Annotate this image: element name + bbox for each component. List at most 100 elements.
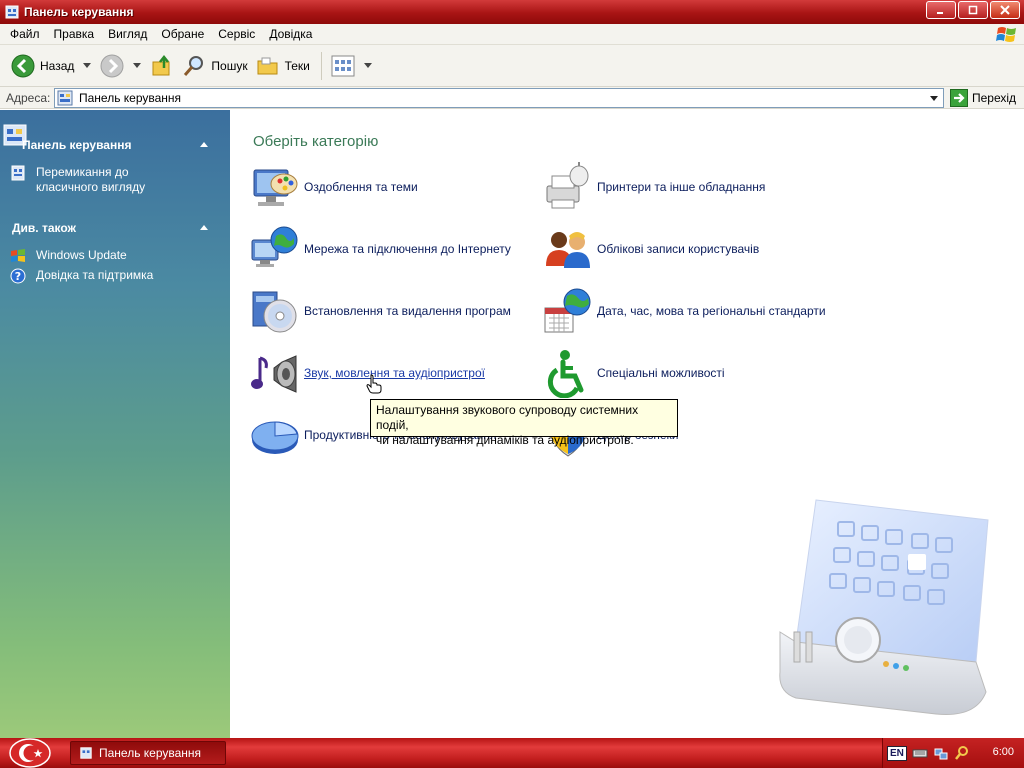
task-pane: Панель керування Перемикання до класично… [0, 110, 230, 738]
folders-label: Теки [284, 58, 310, 73]
toolbar: Назад Пошук Теки [0, 45, 1024, 87]
category-user-accounts[interactable]: Облікові записи користувачів [543, 224, 759, 274]
switch-link-line-1: Перемикання до [36, 165, 129, 179]
menu-file[interactable]: Файл [3, 27, 47, 41]
help-icon: ? [10, 268, 26, 284]
sound-speech-audio-icon [251, 355, 297, 393]
address-bar: Адреса: Панель керування Перехід [0, 87, 1024, 109]
performance-maintenance-icon [251, 421, 299, 454]
hand-cursor-icon [366, 374, 382, 394]
minimize-button[interactable] [926, 1, 956, 19]
address-dropdown-button[interactable] [926, 90, 942, 106]
collapse-chevron-icon[interactable] [200, 225, 208, 230]
folders-button[interactable]: Теки [253, 49, 313, 83]
network-tray-icon[interactable] [933, 745, 949, 761]
collapse-chevron-icon[interactable] [200, 142, 208, 147]
sound-category-tooltip: Налаштування звукового супроводу системн… [370, 399, 678, 447]
category-label: Встановлення та видалення програм [304, 304, 511, 318]
help-support-link[interactable]: ? Довідка та підтримка [10, 268, 153, 284]
sidebar-panel-title: Панель керування [22, 138, 132, 152]
menu-view[interactable]: Вигляд [101, 27, 154, 41]
title-bar[interactable]: Панель керування [0, 0, 1024, 24]
category-network[interactable]: Мережа та підключення до Інтернету [250, 224, 511, 274]
svg-text:?: ? [15, 270, 21, 283]
category-date-time[interactable]: Дата, час, мова та регіональні стандарти [543, 286, 826, 336]
back-arrow-icon [11, 54, 35, 77]
search-button[interactable]: Пошук [179, 49, 250, 83]
start-button[interactable] [8, 738, 52, 768]
category-printers[interactable]: Принтери та інше обладнання [543, 162, 765, 212]
restore-icon [968, 5, 978, 15]
category-label: Оздоблення та теми [304, 180, 418, 194]
minimize-icon [937, 12, 943, 14]
forward-button[interactable] [97, 49, 127, 83]
category-appearance[interactable]: Оздоблення та теми [250, 162, 418, 212]
clock[interactable]: 6:00 [993, 746, 1014, 758]
printers-hardware-icon [546, 162, 589, 209]
category-label: Принтери та інше обладнання [597, 180, 766, 194]
menu-favorites[interactable]: Обране [154, 27, 211, 41]
back-button[interactable]: Назад [8, 49, 77, 83]
back-label: Назад [40, 58, 75, 73]
task-label: Панель керування [99, 746, 202, 760]
search-icon [184, 55, 204, 76]
search-label: Пошук [211, 58, 248, 73]
views-icon [331, 55, 355, 76]
close-button[interactable] [990, 1, 1020, 19]
control-panel-small-icon [57, 90, 73, 106]
add-remove-programs-icon [252, 291, 297, 333]
forward-arrow-icon [100, 54, 124, 77]
up-folder-button[interactable] [147, 49, 177, 83]
appearance-themes-icon [253, 169, 298, 206]
go-button[interactable]: Перехід [950, 89, 1016, 107]
go-label: Перехід [972, 91, 1017, 105]
switch-link-line-2: класичного вигляду [36, 180, 146, 194]
views-button[interactable] [328, 49, 358, 83]
views-dropdown-icon[interactable] [363, 63, 372, 68]
see-also-title: Див. також [12, 221, 77, 235]
control-panel-icon [80, 747, 92, 759]
accessibility-icon [547, 350, 584, 398]
help-support-label: Довідка та підтримка [36, 268, 154, 282]
address-input[interactable]: Панель керування [54, 88, 944, 108]
menu-help[interactable]: Довідка [262, 27, 319, 41]
window-title: Панель керування [24, 5, 134, 19]
keyboard-icon[interactable] [912, 745, 928, 761]
go-arrow-icon [950, 89, 968, 107]
address-value: Панель керування [79, 91, 182, 105]
close-icon [1000, 5, 1010, 15]
taskbar: Панель керування EN 6:00 [0, 738, 1024, 768]
network-internet-icon [251, 226, 298, 267]
category-add-remove[interactable]: Встановлення та видалення програм [250, 286, 511, 336]
toolbar-separator [320, 51, 322, 80]
see-also-header[interactable]: Див. також [0, 216, 230, 240]
system-tray: EN 6:00 [882, 738, 1024, 768]
category-label: Звук, мовлення та аудіопристрої [304, 366, 485, 380]
taskbar-control-panel[interactable]: Панель керування [70, 741, 226, 765]
windows-update-link[interactable]: Windows Update [10, 248, 127, 264]
back-dropdown-icon[interactable] [83, 63, 92, 68]
category-accessibility[interactable]: Спеціальні можливості [543, 348, 725, 398]
menu-bar: Файл Правка Вигляд Обране Сервіс Довідка [0, 24, 1024, 45]
date-time-language-icon [544, 288, 591, 333]
menu-edit[interactable]: Правка [47, 27, 102, 41]
maximize-button[interactable] [958, 1, 988, 19]
language-indicator[interactable]: EN [887, 745, 907, 761]
dropdown-arrow-icon [930, 95, 938, 101]
folders-icon [257, 57, 278, 74]
windows-update-icon [11, 249, 25, 262]
up-folder-icon [152, 54, 170, 75]
switch-classic-view-link[interactable]: Перемикання до класичного вигляду [10, 165, 145, 195]
sidebar-panel-header[interactable]: Панель керування [0, 133, 230, 157]
tooltip-line-1: Налаштування звукового супроводу системн… [376, 403, 639, 432]
control-panel-icon [5, 5, 19, 19]
category-label: Спеціальні можливості [597, 366, 725, 380]
tooltip-line-2: чи налаштування динаміків та аудіопристр… [376, 433, 634, 447]
windows-flag-icon [996, 27, 1016, 42]
search-tray-icon[interactable] [954, 745, 970, 761]
user-accounts-icon [546, 232, 590, 268]
pick-category-heading: Оберіть категорію [253, 133, 379, 150]
menu-tools[interactable]: Сервіс [211, 27, 262, 41]
forward-dropdown-icon[interactable] [133, 63, 142, 68]
address-label: Адреса: [6, 90, 51, 105]
